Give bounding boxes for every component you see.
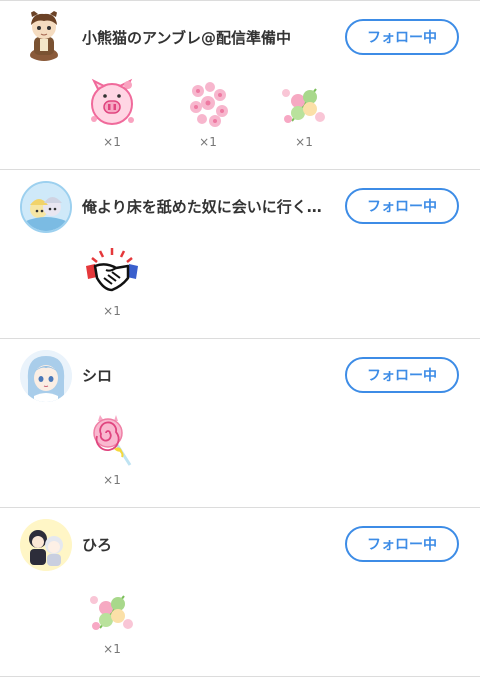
avatar[interactable]: [18, 9, 70, 61]
sakura-flowers-icon: [190, 82, 228, 127]
gift-item[interactable]: ×1: [82, 244, 142, 318]
gift-count: ×1: [103, 304, 121, 318]
dango-flowers-icon: [90, 595, 133, 630]
following-button[interactable]: フォロー中: [345, 188, 459, 224]
gift-item[interactable]: ×1: [82, 582, 142, 656]
gift-item[interactable]: ×1: [82, 75, 142, 149]
avatar[interactable]: [20, 181, 72, 233]
swirl-lollipop-icon: [93, 415, 132, 466]
follower-gift-list: 小熊猫のアンブレ@配信準備中 フォロー中 ×1 ×1 ×1 俺より床を舐めた奴に…: [0, 0, 480, 677]
gift-item[interactable]: ×1: [178, 75, 238, 149]
gift-count: ×1: [199, 135, 217, 149]
list-item: 小熊猫のアンブレ@配信準備中 フォロー中 ×1 ×1 ×1: [0, 1, 480, 169]
username[interactable]: ひろ: [82, 536, 337, 554]
list-item: ひろ フォロー中 ×1: [0, 508, 480, 676]
username[interactable]: 小熊猫のアンブレ@配信準備中: [82, 29, 337, 47]
handshake-icon: [86, 248, 138, 292]
gift-count: ×1: [103, 642, 121, 656]
gift-count: ×1: [295, 135, 313, 149]
list-item: 俺より床を舐めた奴に会いに行く… フォロー中 ×1: [0, 170, 480, 338]
list-item: シロ フォロー中 ×1: [0, 339, 480, 507]
username[interactable]: 俺より床を舐めた奴に会いに行く…: [82, 198, 337, 216]
dango-flowers-icon: [282, 88, 325, 123]
gift-count: ×1: [103, 135, 121, 149]
username[interactable]: シロ: [82, 367, 337, 385]
following-button[interactable]: フォロー中: [345, 526, 459, 562]
gift-count: ×1: [103, 473, 121, 487]
gift-item[interactable]: ×1: [274, 75, 334, 149]
pink-pig-sticker-icon: [91, 78, 134, 125]
avatar[interactable]: [20, 350, 72, 402]
gift-item[interactable]: ×1: [82, 413, 142, 487]
avatar[interactable]: [20, 519, 72, 571]
following-button[interactable]: フォロー中: [345, 19, 459, 55]
following-button[interactable]: フォロー中: [345, 357, 459, 393]
divider: [0, 676, 480, 677]
